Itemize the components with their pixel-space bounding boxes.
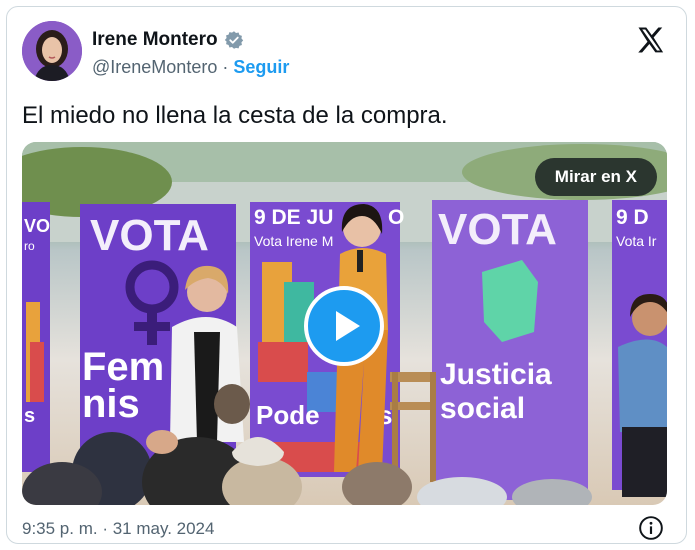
tweet-card[interactable]: Irene Montero @IreneMontero · Seguir El … [6,6,687,544]
banner-center-vote: Vota Irene M [254,233,333,249]
banner-far-left-vote: VO [24,216,50,236]
follow-button[interactable]: Seguir [233,57,289,77]
banner-far-left-s: s [24,405,35,427]
video-thumbnail[interactable]: VO ro s VOTA Fem nis 9 DE JU O Vota Iren… [22,142,667,505]
author-name[interactable]: Irene Montero [92,29,218,51]
banner-right-vote: VOTA [438,205,557,254]
watch-on-x-button[interactable]: Mirar en X [534,158,657,196]
author-handle[interactable]: @IreneMontero [92,57,217,77]
banner-right-social: social [440,392,525,425]
banner-center-date-end: O [388,206,404,229]
x-logo-icon[interactable] [636,25,666,55]
banner-far-right-vote: Vota Ir [616,233,657,249]
verified-badge-icon [224,31,243,49]
play-button[interactable] [304,286,384,366]
handle-separator: · [222,57,229,77]
banner-far-right-date: 9 D [616,206,649,229]
tweet-timestamp[interactable]: 9:35 p. m. · 31 may. 2024 [22,519,214,539]
info-icon[interactable] [638,515,664,541]
author-avatar[interactable] [22,21,82,81]
avatar-image [22,21,82,81]
banner-center-podem: Pode [256,400,320,430]
banner-right-justicia: Justicia [440,358,552,391]
banner-left-nis: nis [82,382,140,426]
tweet-text: El miedo no llena la cesta de la compra. [22,102,448,129]
play-icon [336,311,360,341]
banner-far-left-ro: ro [24,239,35,253]
banner-center-date: 9 DE JU [254,206,333,229]
banner-left-vote: VOTA [90,211,209,260]
